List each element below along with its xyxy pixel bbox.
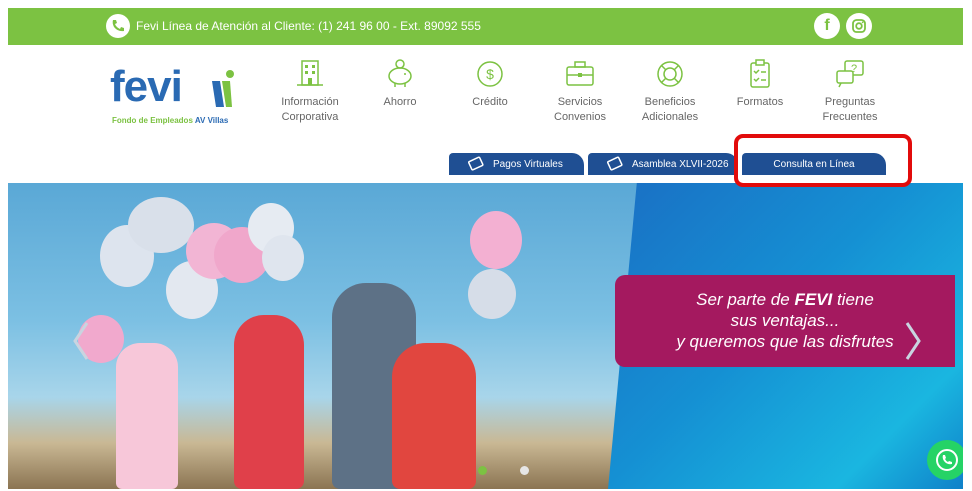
briefcase-icon [566, 61, 594, 86]
logo-figure-icon [212, 70, 234, 107]
nav-label: Preguntas Frecuentes [822, 96, 878, 123]
girl-red-dress-figure [392, 343, 476, 489]
logo-tagline: Fondo de Empleados AV Villas [112, 116, 229, 125]
nav-formatos[interactable]: Formatos [715, 57, 805, 110]
contact-text: Fevi Línea de Atención al Cliente: (1) 2… [136, 19, 481, 33]
nav-credito[interactable]: $ Crédito [445, 57, 535, 110]
nav-beneficios-adicionales[interactable]: Beneficios Adicionales [625, 57, 715, 125]
balloon [128, 197, 194, 253]
nav-label: Servicios Convenios [554, 96, 606, 123]
nav-label: Beneficios Adicionales [641, 96, 699, 123]
balloon [262, 235, 304, 281]
top-contact-bar: Fevi Línea de Atención al Cliente: (1) 2… [8, 8, 963, 45]
tab-asamblea[interactable]: Asamblea XLVII-2026 [588, 153, 738, 175]
nav-label: Información Corporativa [281, 96, 339, 123]
tab-pagos-virtuales[interactable]: Pagos Virtuales [449, 153, 584, 175]
child-figure [116, 343, 178, 489]
highlight-box [734, 134, 912, 187]
card-icon [468, 156, 484, 171]
phone-icon [106, 14, 130, 38]
girl-figure [234, 315, 304, 489]
carousel-dot[interactable] [520, 466, 529, 475]
balloon [470, 211, 522, 269]
facebook-icon[interactable]: f [814, 13, 840, 39]
nav-servicios-convenios[interactable]: Servicios Convenios [535, 57, 625, 125]
fevi-logo[interactable]: fevi Fondo de Empleados AV Villas [110, 61, 250, 131]
nav-label: Ahorro [383, 96, 417, 108]
lifebuoy-icon [657, 61, 683, 87]
nav-ahorro[interactable]: Ahorro [355, 57, 445, 110]
nav-preguntas-frecuentes[interactable]: ? Preguntas Frecuentes [805, 57, 895, 125]
instagram-icon[interactable] [846, 13, 872, 39]
nav-informacion-corporativa[interactable]: Información Corporativa [265, 57, 355, 125]
browser-viewport: Fevi Línea de Atención al Cliente: (1) 2… [8, 8, 963, 489]
whatsapp-icon[interactable] [927, 440, 963, 480]
building-icon [297, 60, 323, 86]
chat-question-icon: ? [836, 60, 864, 88]
carousel-prev-arrow-icon[interactable] [72, 321, 90, 361]
balloon [468, 269, 516, 319]
carousel-next-arrow-icon[interactable] [904, 321, 922, 361]
clipboard-icon [750, 59, 770, 88]
piggy-bank-icon [388, 59, 412, 87]
carousel-dot-active[interactable] [478, 466, 487, 475]
dollar-coin-icon: $ [477, 61, 503, 87]
nav-label: Crédito [472, 96, 508, 108]
nav-label: Formatos [736, 96, 784, 108]
main-header: fevi Fondo de Empleados AV Villas Inform… [8, 45, 963, 143]
logo-wordmark: fevi [110, 62, 183, 111]
hero-carousel[interactable]: Ser parte de FEVI tiene sus ventajas... … [8, 183, 963, 489]
card-icon [607, 156, 623, 171]
svg-text:$: $ [486, 66, 494, 82]
